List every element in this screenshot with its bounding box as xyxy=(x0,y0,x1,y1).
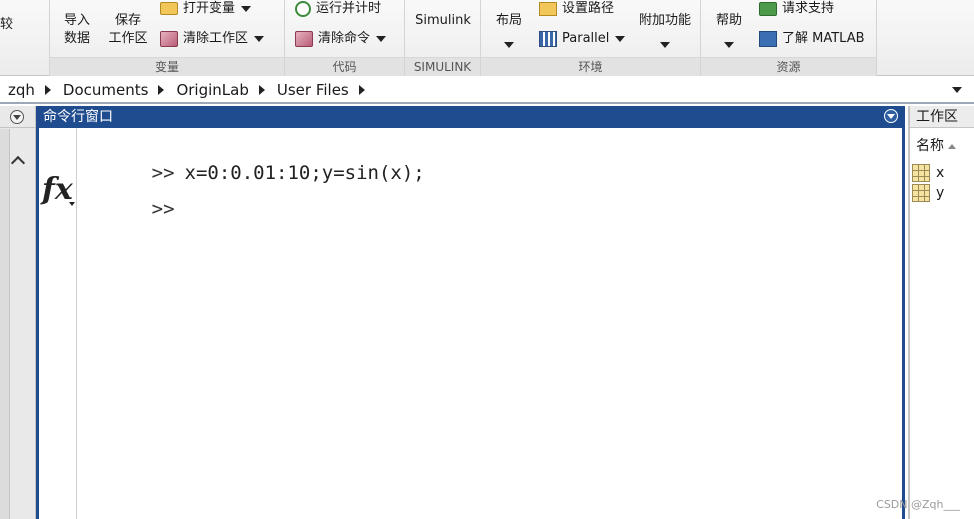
breadcrumb-item[interactable]: zqh xyxy=(8,81,35,99)
save-workspace-button[interactable]: 保存 工作区 xyxy=(104,12,152,48)
sort-ascending-icon[interactable] xyxy=(948,143,956,149)
code-group: 运行并计时 清除命令 代码 xyxy=(285,0,405,76)
learn-icon xyxy=(759,30,777,47)
parallel-icon xyxy=(539,30,557,47)
workspace-name-column-header[interactable]: 名称 xyxy=(910,134,974,158)
variable-name: x xyxy=(936,165,945,181)
chevron-down-icon xyxy=(376,35,387,42)
breadcrumb-item[interactable]: OriginLab xyxy=(176,81,248,99)
command-window-title-label: 命令行窗口 xyxy=(43,109,113,125)
clear-workspace-label: 清除工作区 xyxy=(183,31,249,46)
addons-label: 附加功能 xyxy=(638,13,691,28)
breadcrumb-item[interactable]: Documents xyxy=(63,81,149,99)
current-folder-breadcrumb[interactable]: zqh Documents OriginLab User Files xyxy=(0,77,974,104)
open-variable-button[interactable]: 打开变量 xyxy=(160,0,252,18)
matrix-variable-icon xyxy=(912,184,930,202)
chevron-down-icon xyxy=(504,41,514,48)
support-icon xyxy=(759,1,777,16)
chevron-down-icon xyxy=(254,35,265,42)
chevron-right-icon[interactable] xyxy=(158,84,165,95)
save-workspace-label-2: 工作区 xyxy=(108,31,148,46)
run-and-time-label: 运行并计时 xyxy=(316,1,382,16)
parallel-button[interactable]: Parallel xyxy=(539,30,626,48)
environment-group-label: 环境 xyxy=(481,57,700,76)
command-input-line[interactable]: >> xyxy=(83,176,185,242)
command-window[interactable]: 命令行窗口 fx >> x=0:0.01:10;y=sin(x); >> xyxy=(36,106,905,519)
addons-button[interactable]: 附加功能 xyxy=(635,12,695,54)
code-group-label: 代码 xyxy=(285,57,404,76)
set-path-button[interactable]: 设置路径 xyxy=(539,0,614,18)
help-label: 帮助 xyxy=(715,13,742,28)
import-data-button[interactable]: 导入 数据 xyxy=(60,12,94,48)
partial-group: 较 xyxy=(0,0,50,76)
open-variable-label: 打开变量 xyxy=(183,1,236,16)
matlab-window: 较 导入 数据 保存 工作区 打开变量 清除工作区 变量 运行并计时 清除命令 … xyxy=(0,0,974,519)
breadcrumb-item[interactable]: User Files xyxy=(277,81,349,99)
folder-icon xyxy=(160,2,178,15)
command-prompt: >> xyxy=(151,198,175,220)
command-window-gutter: fx xyxy=(39,128,77,519)
clear-commands-label: 清除命令 xyxy=(318,31,371,46)
chevron-right-icon[interactable] xyxy=(44,84,51,95)
workspace-title: 工作区 xyxy=(910,106,974,128)
variable-group-label: 变量 xyxy=(50,57,284,76)
variable-group: 导入 数据 保存 工作区 打开变量 清除工作区 变量 xyxy=(50,0,285,76)
command-window-title: 命令行窗口 xyxy=(39,106,902,128)
chevron-down-icon xyxy=(724,41,734,48)
current-folder-panel-header xyxy=(0,106,36,128)
chevron-right-icon[interactable] xyxy=(358,84,365,95)
set-path-label: 设置路径 xyxy=(562,1,615,16)
chevron-down-icon xyxy=(615,35,626,42)
save-workspace-label-1: 保存 xyxy=(114,13,141,28)
help-button[interactable]: 帮助 xyxy=(709,12,749,54)
clear-commands-button[interactable]: 清除命令 xyxy=(295,30,387,48)
simulink-group-label: SIMULINK xyxy=(405,57,480,76)
simulink-group: Simulink SIMULINK xyxy=(405,0,481,76)
request-support-label: 请求支持 xyxy=(782,1,835,16)
resources-group: 帮助 请求支持 了解 MATLAB 资源 xyxy=(701,0,877,76)
command-text: x=0:0.01:10;y=sin(x); xyxy=(184,162,425,184)
current-folder-panel-collapsed xyxy=(0,106,36,519)
folder-path-icon xyxy=(539,1,557,16)
clear-workspace-button[interactable]: 清除工作区 xyxy=(160,30,265,48)
current-folder-scroll-track[interactable] xyxy=(0,129,10,519)
panel-menu-icon[interactable] xyxy=(10,110,24,124)
partial-compare-button[interactable]: 较 xyxy=(0,16,13,34)
request-support-button[interactable]: 请求支持 xyxy=(759,0,834,18)
chevron-down-icon xyxy=(660,41,670,48)
watermark: CSDN @Zqh___ xyxy=(876,498,960,511)
chevron-down-icon xyxy=(241,5,252,12)
matrix-variable-icon xyxy=(912,164,930,182)
command-window-menu-icon[interactable] xyxy=(884,109,898,123)
workspace-variable-row[interactable]: x xyxy=(912,164,944,182)
simulink-label: Simulink xyxy=(415,13,471,28)
learn-matlab-button[interactable]: 了解 MATLAB xyxy=(759,30,865,48)
import-data-label-1: 导入 xyxy=(63,13,90,28)
chevron-down-icon[interactable] xyxy=(69,202,75,206)
variable-name: y xyxy=(936,185,945,201)
workspace-panel: 工作区 名称 x y xyxy=(908,106,974,519)
address-dropdown-icon[interactable] xyxy=(952,87,962,93)
eraser-icon xyxy=(295,30,313,47)
environment-group: 布局 设置路径 Parallel 附加功能 环境 xyxy=(481,0,701,76)
import-data-label-2: 数据 xyxy=(63,31,90,46)
simulink-button[interactable]: Simulink xyxy=(405,12,481,30)
workspace-variable-row[interactable]: y xyxy=(912,184,944,202)
chevron-up-icon[interactable] xyxy=(10,155,26,171)
resources-group-label: 资源 xyxy=(701,57,876,76)
stopwatch-icon xyxy=(295,0,311,17)
layout-button[interactable]: 布局 xyxy=(489,12,529,54)
toolstrip-ribbon: 较 导入 数据 保存 工作区 打开变量 清除工作区 变量 运行并计时 清除命令 … xyxy=(0,0,974,76)
run-and-time-button[interactable]: 运行并计时 xyxy=(295,0,381,18)
chevron-right-icon[interactable] xyxy=(258,84,265,95)
eraser-icon xyxy=(160,30,178,47)
layout-label: 布局 xyxy=(495,13,522,28)
learn-matlab-label: 了解 MATLAB xyxy=(782,31,865,46)
name-column-label: 名称 xyxy=(916,138,944,154)
parallel-label: Parallel xyxy=(562,31,610,46)
